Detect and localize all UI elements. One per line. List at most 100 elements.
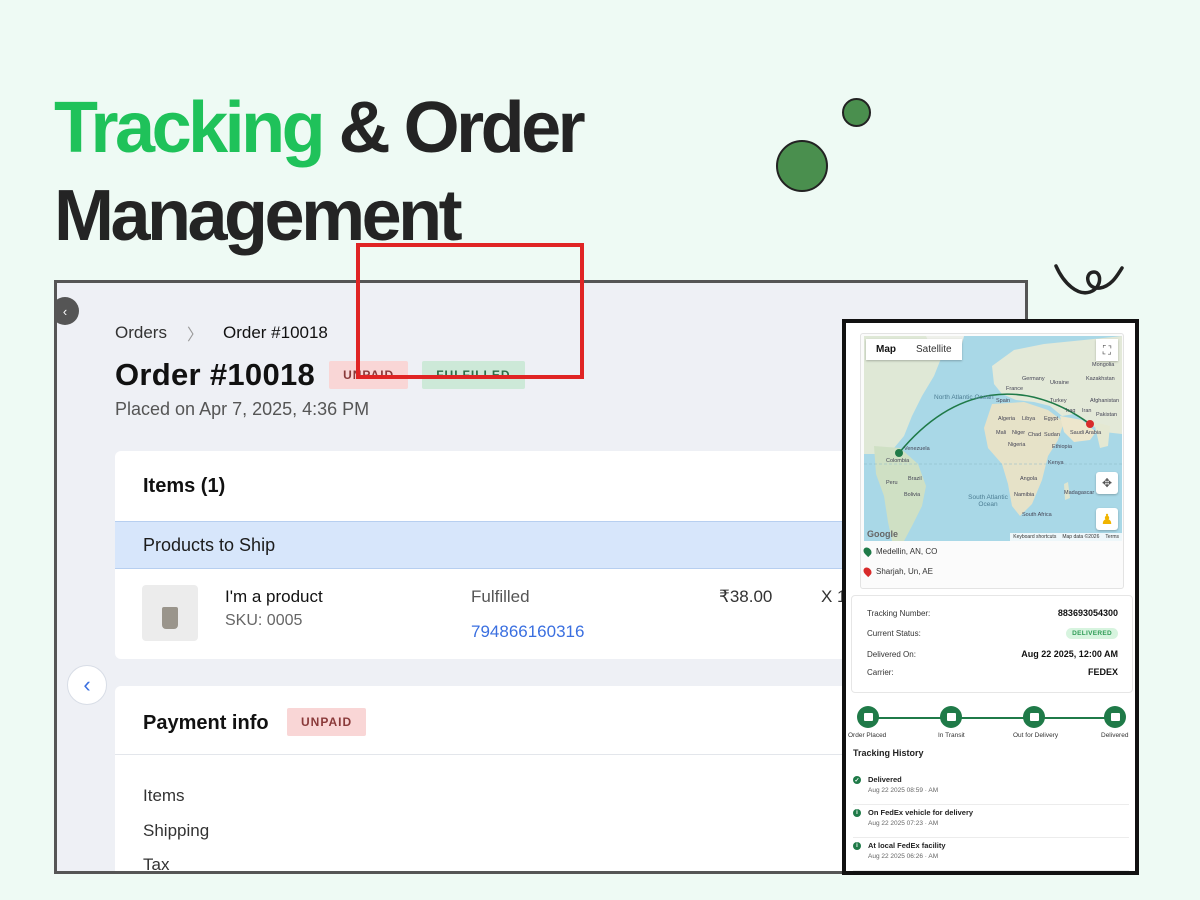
terms-link[interactable]: Terms	[1105, 534, 1119, 540]
satellite-tab[interactable]: Satellite	[906, 339, 962, 360]
breadcrumb-current: Order #10018	[222, 323, 328, 342]
map-label-country: Peru	[886, 480, 898, 486]
history-time: Aug 22 2025 08:59 · AM	[868, 787, 939, 794]
payment-row-shipping: Shipping	[143, 821, 210, 840]
order-placed-date: Placed on Apr 7, 2025, 4:36 PM	[115, 399, 370, 419]
info-label: Current Status:	[867, 629, 921, 638]
history-time: Aug 22 2025 06:26 · AM	[868, 853, 939, 860]
map-label-country: Ethiopia	[1052, 444, 1072, 450]
payment-row-tax: Tax	[143, 855, 170, 874]
payment-info-card: Payment info UNPAID Items Shipping Tax	[115, 686, 875, 874]
check-icon: ✓	[853, 776, 861, 784]
step-label: Delivered	[1101, 732, 1129, 739]
history-title: Delivered	[868, 775, 902, 784]
products-to-ship-section: Products to Ship	[115, 521, 875, 569]
map-label-ocean: South Atlantic Ocean	[968, 494, 1008, 508]
map-label-country: Iraq	[1066, 408, 1076, 414]
destination-text: Sharjah, Un, AE	[876, 567, 933, 576]
decor-circle-small	[842, 98, 871, 127]
fullscreen-icon[interactable]: ⛶	[1096, 339, 1118, 361]
chevron-left-icon: ‹	[83, 672, 91, 697]
map-land	[864, 336, 1122, 541]
map-label-country: Angola	[1020, 476, 1038, 482]
map-label-country: Brazil	[908, 476, 922, 482]
chevron-left-icon: ‹	[62, 303, 68, 319]
shipment-info: Tracking Number: 883693054300 Current St…	[851, 595, 1133, 693]
carrier-value: FEDEX	[1087, 667, 1118, 677]
tracking-progress: Order Placed In Transit Out for Delivery…	[846, 703, 1135, 743]
map-label-country: Bolivia	[904, 492, 921, 498]
step-label: Order Placed	[848, 732, 887, 739]
history-item: i At local FedEx facility Aug 22 2025 06…	[853, 840, 1129, 871]
delivered-date-value: Aug 22 2025, 12:00 AM	[1021, 649, 1118, 659]
keyboard-shortcuts-link[interactable]: Keyboard shortcuts	[1013, 534, 1056, 540]
truck-icon	[940, 706, 962, 728]
product-name[interactable]: I'm a product	[225, 587, 323, 607]
breadcrumb: Orders 〉 Order #10018	[115, 321, 328, 345]
map-panel: Map Satellite ⛶ ✥ ♟ North Atlantic Ocean…	[860, 333, 1124, 589]
map-label-country: Mongolia	[1092, 362, 1115, 368]
map-label-country: Egypt	[1044, 416, 1059, 422]
map-label-country: Namibia	[1014, 492, 1035, 498]
map-label-country: Iran	[1082, 408, 1092, 414]
collapse-sidebar-button[interactable]: ‹	[57, 297, 79, 325]
product-price: ₹38.00	[719, 587, 773, 606]
page-title: Order #10018	[115, 357, 316, 392]
map-label-country: Ukraine	[1050, 380, 1069, 386]
fulfillment-status: Fulfilled	[471, 587, 530, 606]
map-label-country: Madagascar	[1064, 490, 1095, 496]
breadcrumb-orders-link[interactable]: Orders	[115, 323, 167, 343]
tracking-number-link[interactable]: 794866160316	[471, 622, 584, 642]
map-label-country: Chad	[1028, 432, 1042, 438]
map-pan-control-icon[interactable]: ✥	[1096, 472, 1118, 494]
map-label-country: Pakistan	[1096, 412, 1118, 418]
info-label: Delivered On:	[867, 649, 916, 659]
history-title: At local FedEx facility	[868, 841, 946, 850]
map-tab[interactable]: Map	[866, 339, 906, 360]
map-pin-icon	[861, 545, 874, 558]
divider	[115, 754, 875, 755]
status-badge: DELIVERED	[1066, 628, 1118, 639]
map-label-country: Germany	[1022, 376, 1045, 382]
info-row-carrier: Carrier: FEDEX	[867, 667, 1118, 677]
progress-line	[868, 717, 1113, 719]
history-title: On FedEx vehicle for delivery	[868, 808, 974, 817]
headline-highlight: Tracking	[54, 88, 326, 168]
product-sku: SKU: 0005	[225, 612, 303, 629]
map-label-country: Kenya	[1048, 460, 1064, 466]
destination-location: Sharjah, Un, AE	[861, 565, 933, 578]
map-label-country: Colombia	[886, 458, 910, 464]
map-label-country: Kazakhstan	[1086, 376, 1115, 382]
google-logo: Google	[867, 529, 898, 539]
map-label-country: Libya	[1022, 416, 1036, 422]
tracking-widget: Map Satellite ⛶ ✥ ♟ North Atlantic Ocean…	[842, 319, 1139, 875]
package-icon	[1104, 706, 1126, 728]
info-row-status: Current Status: DELIVERED	[867, 628, 1118, 639]
street-view-pegman-icon[interactable]: ♟	[1096, 508, 1118, 530]
map-label-country: Turkey	[1050, 398, 1067, 404]
map-label-country: Niger	[1012, 430, 1026, 436]
map-label-country: Algeria	[998, 416, 1016, 422]
route-map[interactable]: Map Satellite ⛶ ✥ ♟ North Atlantic Ocean…	[864, 336, 1122, 541]
step-label: In Transit	[938, 732, 965, 739]
section-label: Products to Ship	[143, 535, 276, 555]
order-placed-icon	[857, 706, 879, 728]
items-card-title: Items (1)	[143, 475, 226, 497]
origin-location: Medellin, AN, CO	[861, 545, 937, 558]
tracking-history-title: Tracking History	[853, 748, 924, 758]
info-row-tracking: Tracking Number: 883693054300	[867, 608, 1118, 618]
map-label-country: France	[1006, 386, 1024, 392]
map-label-country: South Africa	[1022, 512, 1052, 518]
info-label: Tracking Number:	[867, 608, 931, 618]
back-button[interactable]: ‹	[67, 665, 107, 705]
product-thumbnail[interactable]	[142, 585, 198, 641]
map-pin-icon	[861, 565, 874, 578]
delivery-truck-icon	[1023, 706, 1045, 728]
map-type-tabs: Map Satellite	[866, 339, 962, 360]
headline-line1-rest: & Order	[322, 88, 586, 168]
map-label-country: Nigeria	[1008, 442, 1026, 448]
decor-squiggle	[1054, 264, 1124, 295]
info-icon: i	[853, 842, 861, 850]
map-label-ocean: North Atlantic Ocean	[934, 394, 994, 401]
info-label: Carrier:	[867, 667, 894, 677]
